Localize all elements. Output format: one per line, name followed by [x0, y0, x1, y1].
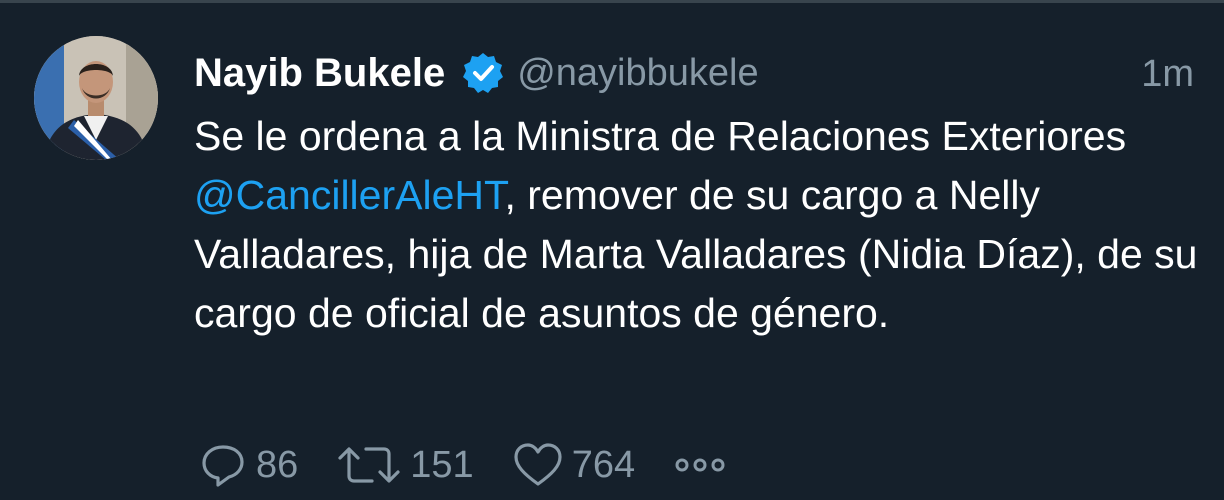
tweet-text: Se le ordena a la Ministra de Relaciones… — [194, 107, 1204, 343]
retweet-button[interactable]: 151 — [336, 440, 474, 490]
author-handle[interactable]: @nayibbukele — [517, 52, 758, 95]
heart-icon — [514, 443, 562, 486]
tweet[interactable]: Nayib Bukele @nayibbukele 1m Se le orden… — [0, 3, 1224, 500]
like-button[interactable]: 764 — [512, 440, 635, 490]
like-count: 764 — [571, 443, 636, 486]
avatar[interactable] — [34, 36, 158, 160]
profile-avatar-icon — [34, 36, 158, 160]
retweet-count: 151 — [410, 443, 474, 486]
tweet-timestamp[interactable]: 1m — [1141, 53, 1194, 96]
verified-badge-icon — [461, 51, 505, 95]
tweet-header: Nayib Bukele @nayibbukele — [194, 45, 759, 101]
author-name[interactable]: Nayib Bukele — [194, 51, 445, 96]
more-dots-icon — [675, 458, 725, 472]
tweet-actions: 86 151 764 — [198, 439, 727, 491]
reply-count: 86 — [256, 443, 299, 486]
reply-icon — [202, 445, 244, 487]
more-button[interactable] — [673, 455, 727, 475]
retweet-icon — [338, 447, 400, 483]
mention-link[interactable]: @CancillerAleHT — [194, 172, 504, 218]
tweet-text-part1: Se le ordena a la Ministra de Relaciones… — [194, 113, 1127, 159]
reply-button[interactable]: 86 — [198, 440, 298, 490]
